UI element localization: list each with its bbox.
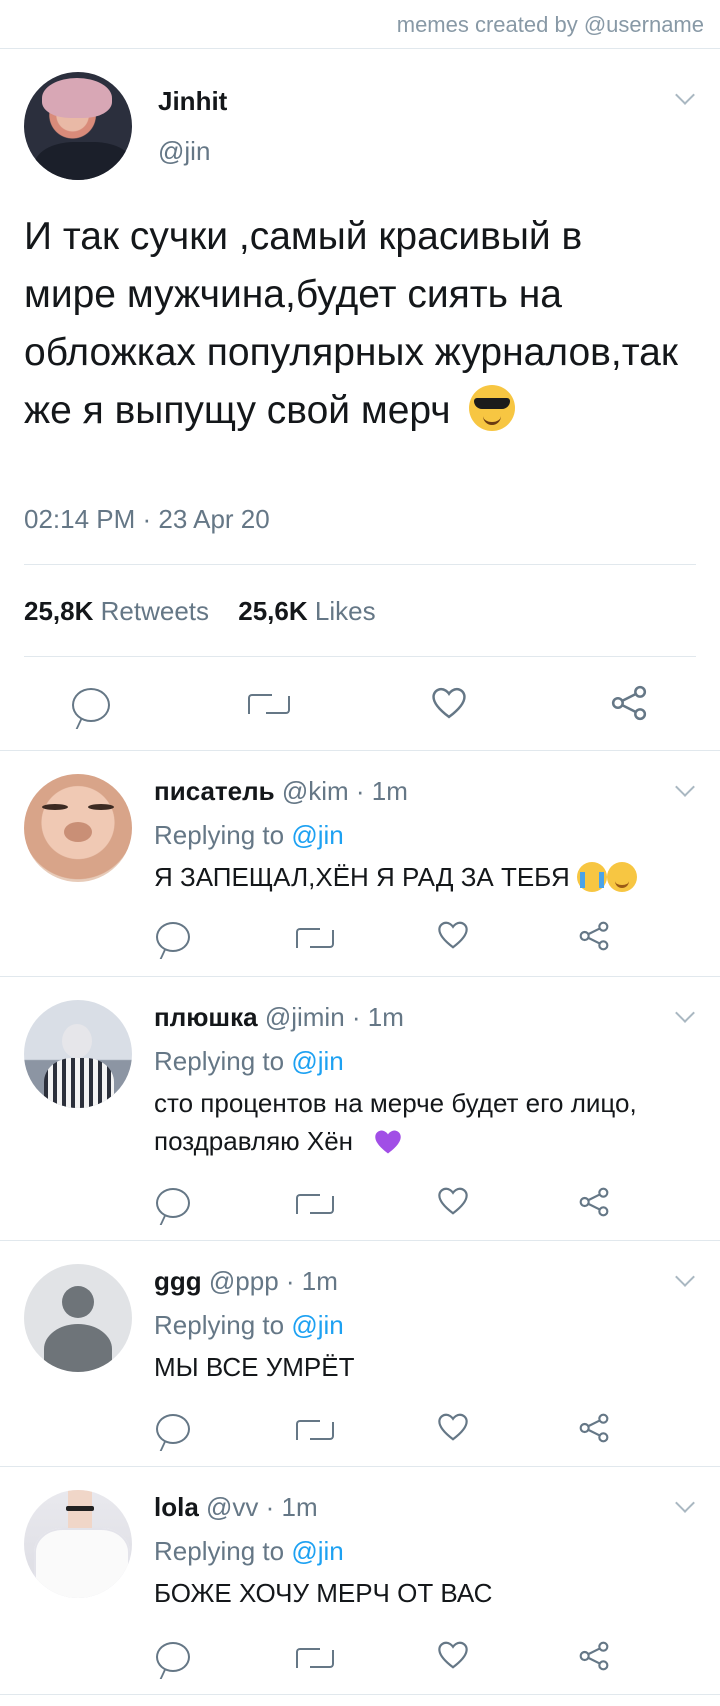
reply-icon[interactable] (156, 922, 190, 952)
retweet-icon[interactable] (296, 1644, 334, 1670)
divider (0, 1240, 720, 1241)
heart-icon[interactable] (436, 1186, 470, 1216)
retweet-icon[interactable] (248, 690, 290, 720)
hand-over-mouth-emoji-icon (606, 862, 637, 892)
divider (0, 1694, 720, 1695)
divider (0, 1466, 720, 1467)
heart-icon[interactable] (436, 1412, 470, 1442)
avatar[interactable] (24, 1264, 132, 1372)
chevron-down-icon[interactable] (675, 1003, 695, 1023)
divider (0, 976, 720, 977)
reply-text: сто процентов на мерче будет его лицо, п… (154, 1084, 654, 1166)
divider (0, 48, 720, 49)
tweet-text: И так сучки ,самый красивый в мире мужчи… (24, 208, 684, 440)
reply-text: Я ЗАПЕЩАЛ,ХЁН Я РАД ЗА ТЕБЯ (154, 858, 694, 896)
like-label[interactable]: Likes (315, 596, 376, 626)
tweet-stats: 25,8K Retweets 25,6K Likes (24, 596, 376, 627)
reply-text: МЫ ВСЕ УМРЁТ (154, 1348, 694, 1386)
author-name[interactable]: писатель (154, 776, 275, 806)
author-name[interactable]: плюшка (154, 1002, 258, 1032)
avatar[interactable] (24, 1000, 132, 1108)
author-meta[interactable]: @ppp · 1m (209, 1266, 338, 1296)
retweet-icon[interactable] (296, 1190, 334, 1216)
reply-header: ggg @ppp · 1m (154, 1266, 338, 1297)
like-count[interactable]: 25,6K (238, 596, 307, 626)
reply-icon[interactable] (156, 1188, 190, 1218)
chevron-down-icon[interactable] (675, 777, 695, 797)
replying-label: Replying to (154, 1310, 285, 1340)
divider (24, 656, 696, 657)
heart-icon[interactable] (436, 1640, 470, 1670)
retweet-icon[interactable] (296, 924, 334, 950)
chevron-down-icon[interactable] (675, 85, 695, 105)
replying-handle[interactable]: @jin (291, 1046, 343, 1076)
heart-icon[interactable] (430, 686, 468, 720)
share-icon[interactable] (578, 1186, 610, 1218)
tweet-timestamp: 02:14 PM · 23 Apr 20 (24, 504, 270, 534)
reply-body: Я ЗАПЕЩАЛ,ХЁН Я РАД ЗА ТЕБЯ (154, 862, 570, 892)
reply-body: МЫ ВСЕ УМРЁТ (154, 1352, 355, 1382)
replying-handle[interactable]: @jin (291, 1536, 343, 1566)
author-name[interactable]: lola (154, 1492, 199, 1522)
heart-icon[interactable] (436, 920, 470, 950)
replying-to: Replying to @jin (154, 820, 344, 851)
author-meta[interactable]: @jimin · 1m (265, 1002, 404, 1032)
replying-to: Replying to @jin (154, 1536, 344, 1567)
share-icon[interactable] (578, 1640, 610, 1672)
author-name[interactable]: ggg (154, 1266, 202, 1296)
replying-to: Replying to @jin (154, 1046, 344, 1077)
divider (24, 564, 696, 565)
author-name[interactable]: Jinhit (158, 86, 227, 117)
retweet-label[interactable]: Retweets (101, 596, 209, 626)
reply-icon[interactable] (156, 1414, 190, 1444)
tweet-body: И так сучки ,самый красивый в мире мужчи… (24, 215, 678, 432)
share-icon[interactable] (578, 1412, 610, 1444)
share-icon[interactable] (610, 684, 648, 722)
crying-emoji-icon (576, 862, 607, 892)
replying-handle[interactable]: @jin (291, 1310, 343, 1340)
reply-body: БОЖЕ ХОЧУ МЕРЧ ОТ ВАС (154, 1578, 493, 1608)
author-meta[interactable]: @vv · 1m (206, 1492, 318, 1522)
author-meta[interactable]: @kim · 1m (282, 776, 408, 806)
retweet-count[interactable]: 25,8K (24, 596, 93, 626)
avatar[interactable] (24, 774, 132, 882)
retweet-icon[interactable] (296, 1416, 334, 1442)
avatar[interactable] (24, 72, 132, 180)
sunglasses-emoji-icon (468, 385, 515, 431)
reply-header: писатель @kim · 1m (154, 776, 408, 807)
replying-label: Replying to (154, 820, 285, 850)
avatar[interactable] (24, 1490, 132, 1598)
reply-header: плюшка @jimin · 1m (154, 1002, 404, 1033)
share-icon[interactable] (578, 920, 610, 952)
chevron-down-icon[interactable] (675, 1493, 695, 1513)
watermark-text: memes created by @username (396, 12, 704, 37)
divider (0, 750, 720, 751)
reply-icon[interactable] (72, 688, 110, 722)
reply-icon[interactable] (156, 1642, 190, 1672)
replying-to: Replying to @jin (154, 1310, 344, 1341)
replying-handle[interactable]: @jin (291, 820, 343, 850)
reply-text: БОЖЕ ХОЧУ МЕРЧ ОТ ВАС (154, 1574, 694, 1612)
author-handle[interactable]: @jin (158, 136, 210, 167)
replying-label: Replying to (154, 1536, 285, 1566)
purple-heart-emoji-icon (372, 1128, 404, 1166)
reply-header: lola @vv · 1m (154, 1492, 318, 1523)
replying-label: Replying to (154, 1046, 285, 1076)
chevron-down-icon[interactable] (675, 1267, 695, 1287)
